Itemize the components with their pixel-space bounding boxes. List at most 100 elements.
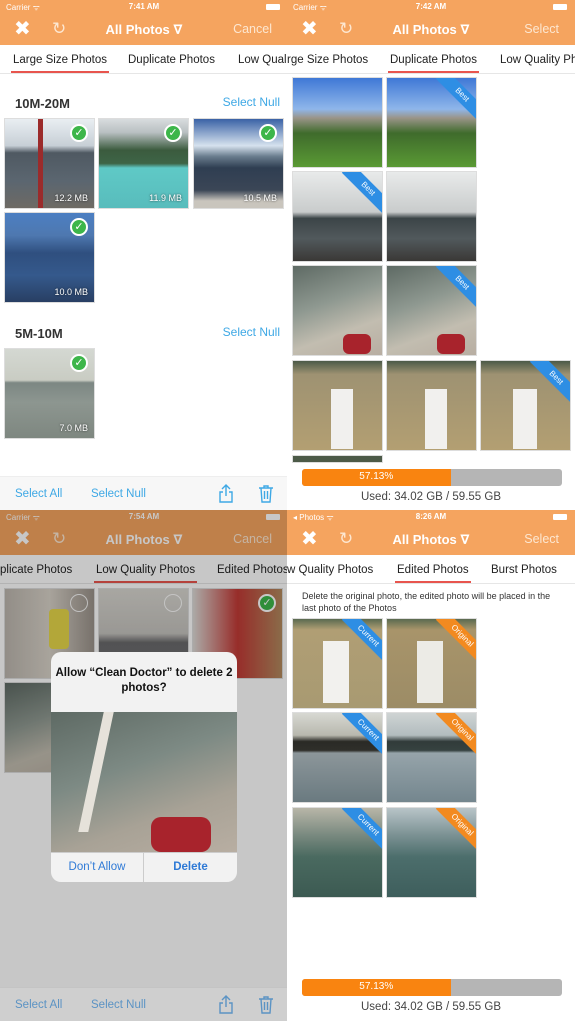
photo-size: 12.2 MB <box>54 193 88 203</box>
share-icon[interactable] <box>218 995 234 1020</box>
photo-thumbnail[interactable]: Current <box>292 807 383 898</box>
section-header: 10M-20M Select Null <box>0 95 288 116</box>
photo-thumbnail[interactable] <box>292 360 383 451</box>
photo-thumbnail[interactable]: Best <box>480 360 571 451</box>
tab-low-quality-photos[interactable]: Low Quali <box>238 54 288 66</box>
status-bar: Carrier ᯤ 7:42 AM <box>287 0 575 14</box>
photo-thumbnail[interactable]: ✓ 7.0 MB <box>4 348 95 439</box>
select-null-link[interactable]: Select Null <box>223 325 280 339</box>
dont-allow-button[interactable]: Don’t Allow <box>51 853 144 882</box>
photo-content <box>78 712 114 832</box>
photo-thumbnail[interactable] <box>386 171 477 262</box>
select-all-button[interactable]: Select All <box>15 999 62 1011</box>
battery-icon <box>266 4 280 10</box>
photo-thumbnail[interactable]: Original <box>386 618 477 709</box>
photo-thumbnail[interactable]: Best <box>386 77 477 168</box>
storage-progress-bar: 57.13% <box>302 469 562 486</box>
large-size-photos-screen: Carrier ᯤ 7:41 AM ✖ ↻ All Photos ∇ Cance… <box>0 0 288 510</box>
tab-low-quality-photos[interactable]: w Quality Photos <box>287 564 373 576</box>
dialog-photo-preview <box>51 712 237 852</box>
photo-thumbnail[interactable]: Original <box>386 712 477 803</box>
delete-button[interactable]: Delete <box>144 861 237 873</box>
photo-content <box>425 389 447 449</box>
select-null-button[interactable]: Select Null <box>91 999 146 1011</box>
section-label: 5M-10M <box>15 326 63 341</box>
status-time: 7:41 AM <box>128 2 160 11</box>
storage-percent: 57.13% <box>359 471 394 482</box>
photo-thumbnail[interactable]: ✓ 10.0 MB <box>4 212 95 303</box>
battery-icon <box>553 4 567 10</box>
photo-thumbnail[interactable] <box>292 455 383 463</box>
share-icon[interactable] <box>218 484 234 509</box>
nav-bar: ✖ ↻ All Photos ∇ Select <box>287 524 575 555</box>
original-ribbon: Original <box>435 713 476 757</box>
edited-photos-note: Delete the original photo, the edited ph… <box>302 591 551 613</box>
tab-large-size-photos[interactable]: Large Size Photos <box>11 54 109 73</box>
category-tabs: w Quality Photos Edited Photos Burst Pho… <box>287 555 575 584</box>
trash-icon[interactable] <box>258 484 274 509</box>
tab-edited-photos[interactable]: Edited Photos <box>395 564 471 583</box>
tab-large-size-photos[interactable]: rge Size Photos <box>287 54 368 66</box>
current-ribbon: Current <box>341 808 382 852</box>
select-button[interactable]: Select <box>524 532 559 546</box>
category-tabs: rge Size Photos Duplicate Photos Low Qua… <box>287 45 575 74</box>
original-ribbon: Original <box>435 808 476 852</box>
select-null-link[interactable]: Select Null <box>223 95 280 109</box>
photo-thumbnail[interactable] <box>386 360 477 451</box>
photo-thumbnail[interactable]: ✓ 11.9 MB <box>98 118 189 209</box>
trash-icon[interactable] <box>258 995 274 1020</box>
photo-thumbnail[interactable]: ✓ 12.2 MB <box>4 118 95 209</box>
bottom-toolbar: Select All Select Null <box>0 987 288 1021</box>
section-header: 5M-10M Select Null <box>0 325 288 346</box>
tab-low-quality-photos[interactable]: Low Quality Pho <box>500 54 575 66</box>
battery-icon <box>553 514 567 520</box>
photo-thumbnail[interactable]: Best <box>292 171 383 262</box>
storage-percent: 57.13% <box>359 981 394 992</box>
dialog-buttons: Don’t Allow Delete <box>51 852 237 882</box>
current-ribbon: Current <box>341 713 382 757</box>
cancel-button[interactable]: Cancel <box>233 22 272 36</box>
photo-content <box>331 389 353 449</box>
category-tabs: Large Size Photos Duplicate Photos Low Q… <box>0 45 288 74</box>
tab-duplicate-photos[interactable]: Duplicate Photos <box>128 54 215 66</box>
storage-progress-bar: 57.13% <box>302 979 562 996</box>
checked-icon[interactable]: ✓ <box>70 354 88 372</box>
edited-photos-screen: ◂ Photos ᯤ 8:26 AM ✖ ↻ All Photos ∇ Sele… <box>287 510 575 1021</box>
nav-bar: ✖ ↻ All Photos ∇ Cancel <box>0 14 288 45</box>
photo-thumbnail[interactable]: Original <box>386 807 477 898</box>
photo-thumbnail[interactable]: Best <box>386 265 477 356</box>
checked-icon[interactable]: ✓ <box>259 124 277 142</box>
storage-used-label: Used: 34.02 GB / 59.55 GB <box>361 1001 501 1013</box>
storage-used-label: Used: 34.02 GB / 59.55 GB <box>361 491 501 503</box>
photo-thumbnail[interactable]: Current <box>292 712 383 803</box>
tab-burst-photos[interactable]: Burst Photos <box>491 564 557 576</box>
best-ribbon: Best <box>435 78 476 122</box>
status-bar: Carrier ᯤ 7:41 AM <box>0 0 288 14</box>
checked-icon[interactable]: ✓ <box>70 124 88 142</box>
photo-content <box>417 641 443 703</box>
low-quality-photos-screen: Carrier ᯤ 7:54 AM ✖ ↻ All Photos ∇ Cance… <box>0 510 288 1021</box>
photo-thumbnail[interactable] <box>292 265 383 356</box>
nav-bar: ✖ ↻ All Photos ∇ Select <box>287 14 575 45</box>
bottom-toolbar: Select All Select Null <box>0 476 288 510</box>
photo-thumbnail[interactable] <box>292 77 383 168</box>
select-button[interactable]: Select <box>524 22 559 36</box>
photo-content <box>343 334 371 354</box>
duplicate-photos-screen: Carrier ᯤ 7:42 AM ✖ ↻ All Photos ∇ Selec… <box>287 0 575 510</box>
photo-thumbnail[interactable]: ✓ 10.5 MB <box>193 118 284 209</box>
status-time: 7:42 AM <box>415 2 447 11</box>
checked-icon[interactable]: ✓ <box>70 218 88 236</box>
select-all-button[interactable]: Select All <box>15 488 62 500</box>
tab-duplicate-photos[interactable]: Duplicate Photos <box>388 54 479 73</box>
section-label: 10M-20M <box>15 96 70 111</box>
photo-size: 10.0 MB <box>54 287 88 297</box>
status-bar: ◂ Photos ᯤ 8:26 AM <box>287 510 575 524</box>
delete-permission-dialog: Allow “Clean Doctor” to delete 2 photos?… <box>51 652 237 882</box>
photo-thumbnail[interactable]: Current <box>292 618 383 709</box>
photo-content <box>323 641 349 703</box>
select-null-button[interactable]: Select Null <box>91 488 146 500</box>
dialog-message: Allow “Clean Doctor” to delete 2 photos? <box>55 667 233 694</box>
photo-size: 10.5 MB <box>243 193 277 203</box>
checked-icon[interactable]: ✓ <box>164 124 182 142</box>
photo-size: 7.0 MB <box>59 423 88 433</box>
